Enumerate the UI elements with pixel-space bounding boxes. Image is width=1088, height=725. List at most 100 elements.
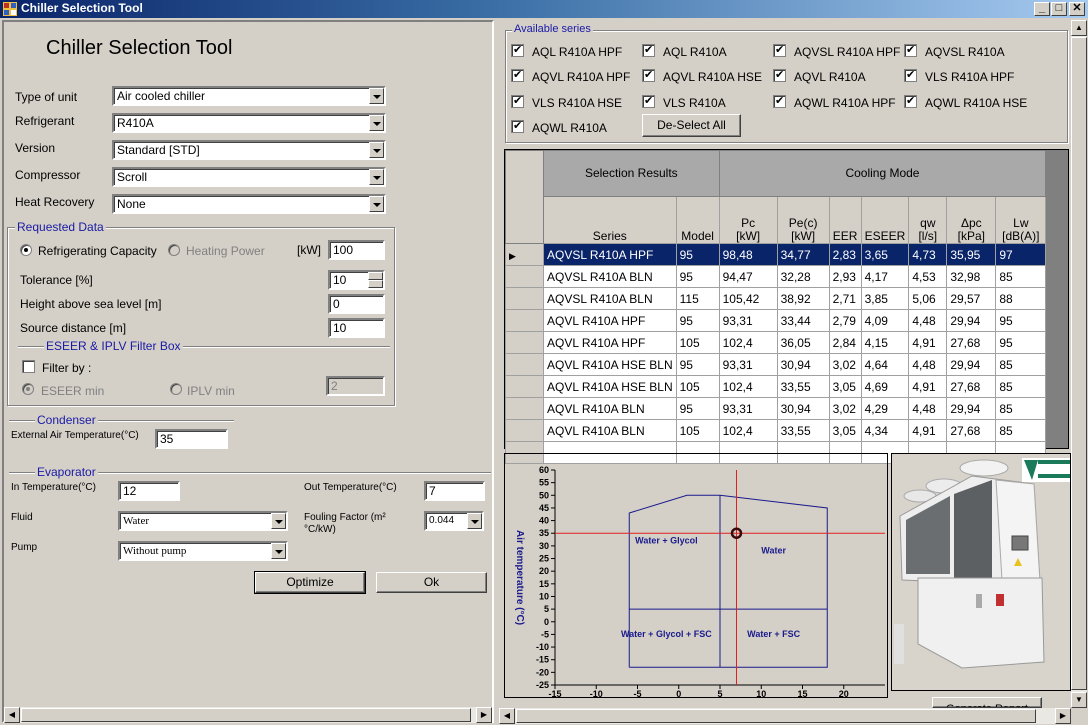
scroll-down-icon[interactable]: ▼	[1071, 692, 1087, 708]
compressor-select[interactable]: Scroll	[112, 167, 386, 187]
series-checkbox[interactable]	[773, 68, 786, 82]
chevron-down-icon[interactable]	[271, 513, 286, 529]
column-header[interactable]: Model	[675, 196, 720, 244]
row-header[interactable]	[505, 353, 544, 376]
right-vertical-scrollbar[interactable]: ▲ ▼	[1071, 20, 1087, 708]
row-header[interactable]	[505, 331, 544, 354]
column-header[interactable]: Pe(c) [kW]	[776, 196, 830, 244]
chevron-down-icon[interactable]	[369, 142, 384, 158]
refrigerant-select[interactable]: R410A	[112, 113, 386, 133]
filter-by-checkbox[interactable]	[22, 360, 35, 373]
refrigerating-capacity-radio[interactable]	[20, 244, 32, 256]
scroll-thumb[interactable]	[1071, 37, 1087, 690]
column-header[interactable]: Pc [kW]	[718, 196, 778, 244]
close-button[interactable]: ✕	[1069, 2, 1085, 16]
series-checkbox[interactable]	[904, 68, 917, 82]
optimize-button[interactable]: Optimize	[254, 571, 366, 594]
iplv-min-radio[interactable]	[170, 383, 182, 395]
table-row[interactable]: AQVL R410A HPF 95 93,31 33,44 2,79 4,09 4,48 29…	[505, 309, 1047, 332]
maximize-button[interactable]: □	[1051, 2, 1067, 16]
series-checkbox[interactable]	[773, 43, 786, 57]
ok-button[interactable]: Ok	[376, 572, 487, 593]
pump-select[interactable]: Without pump	[118, 541, 288, 561]
series-checkbox[interactable]	[511, 68, 524, 82]
ext-air-temp-input[interactable]: 35	[155, 429, 228, 449]
table-row[interactable]: AQVSL R410A BLN 95 94,47 32,28 2,93 4,17 4,53 3…	[505, 265, 1047, 288]
table-row[interactable]: AQVSL R410A BLN 115 105,42 38,92 2,71 3,85 5,0…	[505, 287, 1047, 310]
series-checkbox[interactable]	[904, 43, 917, 57]
series-checkbox[interactable]	[642, 43, 655, 57]
resize-grip-icon[interactable]	[1071, 708, 1088, 725]
row-header[interactable]	[505, 309, 544, 332]
scroll-thumb[interactable]	[21, 708, 471, 722]
scroll-up-icon[interactable]: ▲	[1071, 20, 1087, 36]
fluid-select[interactable]: Water	[118, 511, 288, 531]
table-row[interactable]: AQVL R410A HSE BLN 95 93,31 30,94 3,02 4,64 4,…	[505, 353, 1047, 376]
capacity-input[interactable]: 100	[328, 240, 385, 260]
table-row[interactable]: AQVL R410A BLN 95 93,31 30,94 3,02 4,29 4,48 29…	[505, 397, 1047, 420]
type-of-unit-select[interactable]: Air cooled chiller	[112, 86, 386, 106]
series-checkbox[interactable]	[642, 94, 655, 108]
column-header[interactable]: qw [l/s]	[908, 196, 948, 244]
heat-recovery-select[interactable]: None	[112, 194, 386, 214]
column-header[interactable]: Lw [dB(A)]	[995, 196, 1047, 244]
series-checkbox[interactable]	[511, 119, 524, 133]
spin-down-icon[interactable]	[368, 280, 383, 288]
fouling-factor-select[interactable]: 0.044	[424, 511, 484, 531]
scroll-left-icon[interactable]: ◀	[499, 708, 515, 724]
in-temp-input[interactable]: 12	[118, 481, 180, 501]
scroll-right-icon[interactable]: ▶	[1055, 708, 1071, 724]
series-checkbox[interactable]	[511, 94, 524, 108]
chevron-down-icon[interactable]	[271, 543, 286, 559]
series-checkbox[interactable]	[511, 43, 524, 57]
row-header[interactable]	[505, 419, 544, 442]
table-cell: 27,68	[946, 375, 997, 398]
out-temp-input[interactable]: 7	[424, 481, 485, 501]
column-header[interactable]: Δpc [kPa]	[946, 196, 997, 244]
deselect-all-button[interactable]: De-Select All	[642, 114, 741, 137]
chevron-down-icon[interactable]	[369, 115, 384, 131]
series-checkbox[interactable]	[773, 94, 786, 108]
eseer-min-radio[interactable]	[22, 383, 34, 395]
table-row[interactable]: AQVL R410A HPF 105 102,4 36,05 2,84 4,15 4,91 2…	[505, 331, 1047, 354]
left-horizontal-scrollbar[interactable]: ◀ ▶	[4, 707, 492, 723]
source-distance-input[interactable]: 10	[328, 318, 385, 338]
scroll-right-icon[interactable]: ▶	[476, 707, 492, 723]
scroll-left-icon[interactable]: ◀	[4, 707, 20, 723]
column-header[interactable]: Series	[543, 196, 677, 244]
heating-power-radio[interactable]	[168, 244, 180, 256]
chevron-down-icon[interactable]	[369, 196, 384, 212]
row-header[interactable]	[505, 375, 544, 398]
compressor-label: Compressor	[15, 168, 81, 182]
chevron-down-icon[interactable]	[467, 513, 482, 529]
chevron-down-icon[interactable]	[369, 88, 384, 104]
right-horizontal-scrollbar[interactable]: ◀ ▶	[499, 708, 1071, 724]
scroll-thumb[interactable]	[516, 709, 1036, 723]
fouling-label-2: °C/kW)	[304, 524, 336, 535]
x-tick-label: -5	[633, 689, 641, 699]
filter-value-input[interactable]: 2	[326, 376, 385, 396]
minimize-button[interactable]: _	[1034, 2, 1050, 16]
column-header[interactable]: ESEER	[860, 196, 910, 244]
spin-up-icon[interactable]	[368, 272, 383, 280]
series-checkbox[interactable]	[904, 94, 917, 108]
table-cell: 3,02	[828, 397, 862, 420]
chevron-down-icon[interactable]	[369, 169, 384, 185]
spinner[interactable]	[368, 272, 383, 288]
y-tick-label: -25	[536, 680, 549, 690]
current-row-icon: ▶	[509, 250, 516, 261]
table-row[interactable]: ▶ AQVSL R410A HPF 95 98,48 34,77 2,83 3,65 4,73…	[505, 243, 1047, 266]
table-cell: 4,09	[860, 309, 910, 332]
tolerance-stepper[interactable]: 10	[328, 270, 385, 290]
series-checkbox[interactable]	[642, 68, 655, 82]
table-row[interactable]: AQVL R410A HSE BLN 105 102,4 33,55 3,05 4,69 4…	[505, 375, 1047, 398]
height-input[interactable]: 0	[328, 294, 385, 314]
row-header[interactable]	[505, 397, 544, 420]
table-row[interactable]: AQVL R410A BLN 105 102,4 33,55 3,05 4,34 4,91 2…	[505, 419, 1047, 442]
column-header[interactable]: EER	[828, 196, 862, 244]
row-header[interactable]	[505, 287, 544, 310]
version-select[interactable]: Standard [STD]	[112, 140, 386, 160]
generate-report-button[interactable]: Generate Report	[932, 697, 1042, 708]
row-header[interactable]	[505, 265, 544, 288]
row-header[interactable]: ▶	[505, 243, 544, 266]
